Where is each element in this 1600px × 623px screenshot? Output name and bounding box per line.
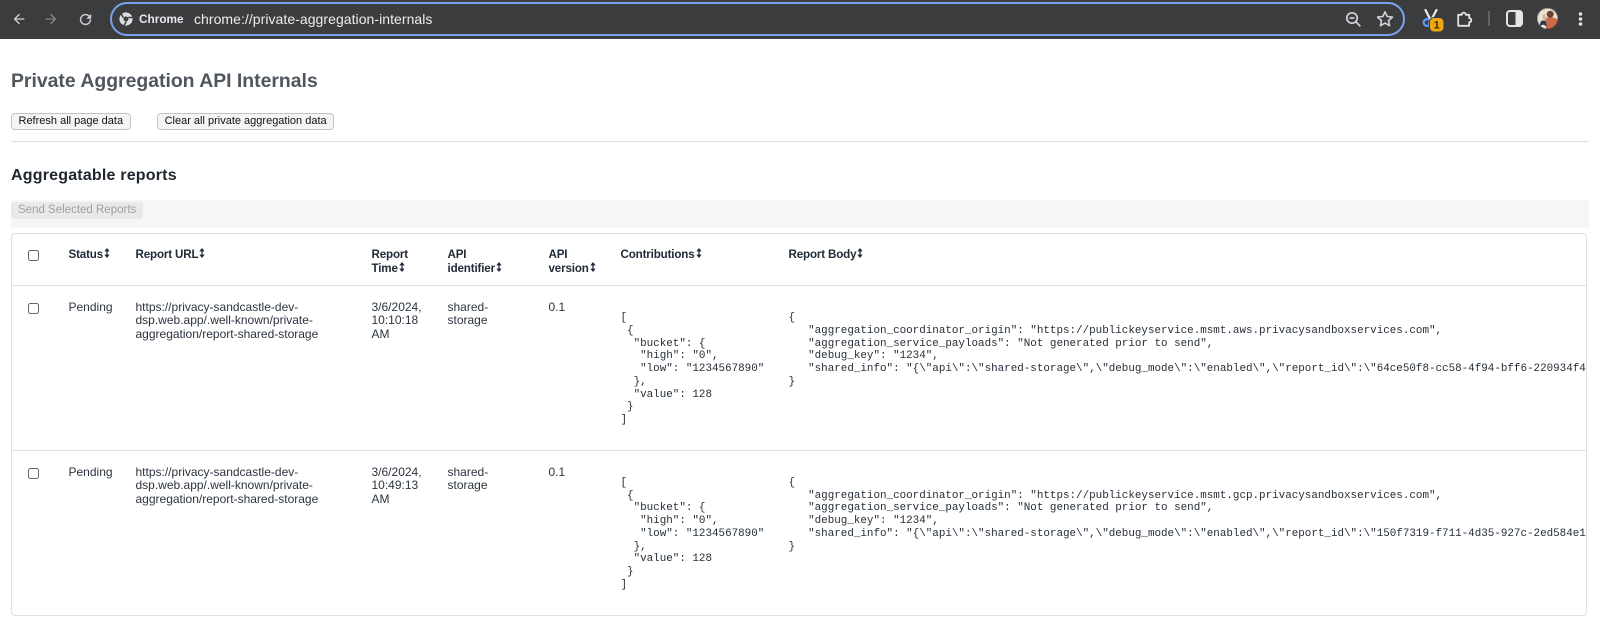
svg-text:1: 1: [1434, 20, 1440, 32]
